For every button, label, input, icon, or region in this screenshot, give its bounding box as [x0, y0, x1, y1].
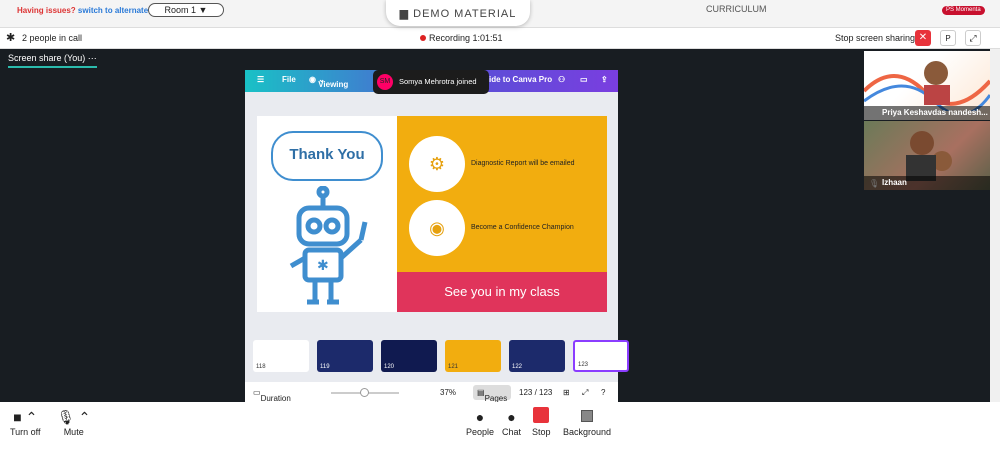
- background-icon: [581, 410, 594, 422]
- demo-material-tab[interactable]: ▆ DEMO MATERIAL: [386, 0, 530, 26]
- thumbnail-strip: 118 119 120 121 122 123: [253, 340, 629, 374]
- cta-banner: See you in my class: [397, 272, 607, 312]
- slide-thumb[interactable]: 121: [445, 340, 501, 372]
- stop-share-button[interactable]: Stop: [532, 407, 551, 437]
- folder-icon: ▆: [399, 8, 410, 20]
- stop-sharing-button[interactable]: ✕: [915, 30, 931, 46]
- stage-bar: Screen share (You) ⋯: [0, 49, 862, 68]
- participant-name: Izhaan: [864, 176, 990, 190]
- robot-badge-icon: ◉: [409, 200, 465, 256]
- mic-button[interactable]: 🎙 ⌃ Mute: [57, 407, 90, 437]
- upgrade-link[interactable]: ide to Canva Pro: [489, 75, 552, 84]
- robot-icon: ✱: [289, 186, 368, 305]
- present-icon[interactable]: ▭: [580, 75, 588, 84]
- svg-text:✱: ✱: [317, 257, 329, 273]
- slide-thumb[interactable]: 118: [253, 340, 309, 372]
- background-button[interactable]: Background: [563, 407, 611, 437]
- join-toast: SM Somya Mehrotra joined: [373, 70, 489, 94]
- duration-button[interactable]: ▭ Duration: [253, 388, 291, 403]
- zoom-level: 37%: [440, 388, 457, 397]
- canva-bottom-bar: ▭ Duration 37% ▤ Pages 123 / 123 ⊞ ⤢ ?: [245, 382, 618, 403]
- footer-bar: ■ ⌃ Turn off 🎙 ⌃ Mute ● People ● Chat Stop B…: [0, 402, 1000, 451]
- people-button[interactable]: ● People: [466, 407, 494, 437]
- mic-icon: 🎙 ⌃: [57, 409, 91, 425]
- slide: Thank You ✱ ⚙ Diagnostic Report will be …: [257, 116, 607, 312]
- thank-you-bubble: Thank You: [271, 131, 383, 181]
- curriculum-tab[interactable]: CURRICULUM: [706, 4, 767, 14]
- recording-status: Recording 1:01:51: [420, 33, 503, 43]
- pin-button[interactable]: P: [940, 30, 956, 46]
- zoom-knob[interactable]: [360, 388, 369, 397]
- gear-icon[interactable]: ✱: [6, 31, 15, 44]
- record-dot-icon: [420, 35, 426, 41]
- page-count: 123 / 123: [519, 388, 553, 397]
- slide-thumb[interactable]: 119: [317, 340, 373, 372]
- screen-share-label[interactable]: Screen share (You) ⋯: [8, 53, 97, 68]
- menu-icon[interactable]: ☰: [257, 75, 264, 84]
- call-bar: ✱ 2 people in call Recording 1:01:51 Sto…: [0, 27, 1000, 49]
- export-icon[interactable]: ⇪: [601, 75, 608, 84]
- caret-down-icon: ▼: [198, 5, 208, 15]
- help-icon[interactable]: ?: [601, 388, 605, 397]
- info-row-2: Become a Confidence Champion: [471, 224, 574, 231]
- expand-icon[interactable]: ⤢: [965, 30, 981, 46]
- share-people-icon[interactable]: ⚇: [558, 75, 565, 84]
- participant-video: [906, 131, 952, 181]
- pages-label: ▤ Pages: [477, 388, 508, 403]
- grid-icon[interactable]: ⊞: [563, 388, 570, 397]
- info-row-1: Diagnostic Report will be emailed: [471, 160, 575, 167]
- stop-share-icon: [533, 407, 550, 423]
- people-count: 2 people in call: [22, 33, 83, 43]
- participant-name: Priya Keshavdas nandesh...: [864, 106, 990, 120]
- org-badge: PS Momenta: [942, 6, 985, 15]
- participant-tile[interactable]: 🎙 Izhaan: [864, 121, 990, 190]
- participants-panel: 🎙 Priya Keshavdas nandesh... 🎙 Izhaan: [862, 49, 1000, 402]
- viewing-menu[interactable]: ◉ Viewing ⌄: [309, 75, 348, 89]
- file-menu[interactable]: File: [282, 75, 296, 84]
- slide-thumb[interactable]: 120: [381, 340, 437, 372]
- scrollbar[interactable]: [990, 49, 1000, 402]
- participant-video: [864, 61, 990, 111]
- robot-badge-icon: ⚙: [409, 136, 465, 192]
- slide-thumb[interactable]: 122: [509, 340, 565, 372]
- chat-icon: ●: [507, 409, 516, 425]
- stop-sharing-label: Stop screen sharing: [835, 33, 916, 43]
- slide-thumb-current[interactable]: 123: [573, 340, 629, 372]
- chat-button[interactable]: ● Chat: [502, 407, 521, 437]
- top-bar: Having issues? switch to alternate room …: [0, 0, 1000, 27]
- person-icon: ●: [475, 409, 485, 425]
- canva-window: ☰ File ◉ Viewing ⌄ ide to Canva Pro ⚇ ▭ …: [245, 70, 629, 403]
- camera-icon: ■ ⌃: [13, 409, 38, 425]
- room-select[interactable]: Room 1 ▼: [148, 3, 224, 17]
- avatar: SM: [377, 74, 393, 90]
- camera-button[interactable]: ■ ⌃ Turn off: [10, 407, 41, 437]
- fullscreen-icon[interactable]: ⤢: [582, 388, 588, 398]
- participant-tile[interactable]: 🎙 Priya Keshavdas nandesh...: [864, 51, 990, 120]
